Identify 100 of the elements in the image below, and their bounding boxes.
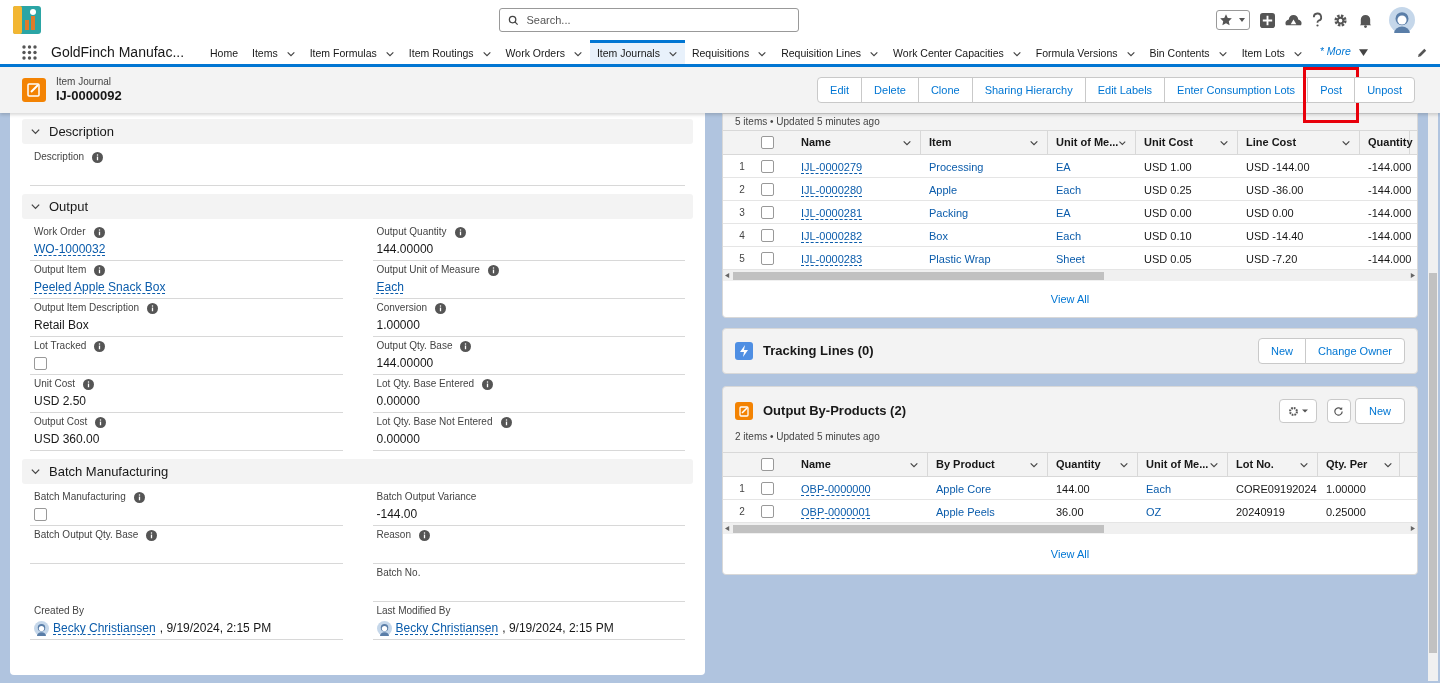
column-header[interactable]: Unit of Me... — [1048, 131, 1136, 154]
cell-link[interactable]: IJL-0000280 — [801, 184, 863, 196]
cell-link[interactable]: Sheet — [1056, 253, 1085, 265]
nav-tab[interactable]: Home — [203, 40, 245, 64]
table-row[interactable]: 4 IJL-0000282 Box Each USD 0.10 USD -14.40 -144.000 — [723, 224, 1417, 247]
nav-tab[interactable]: Requisitions — [684, 40, 775, 64]
cell-link[interactable]: Apple — [929, 184, 958, 196]
edit-icon[interactable] — [1417, 46, 1428, 58]
nav-tab[interactable]: Work Center Capacities — [886, 40, 1029, 64]
info-icon[interactable] — [147, 302, 159, 314]
cell-link[interactable]: OBP-0000000 — [801, 483, 871, 495]
table-row[interactable]: 1 OBP-0000000 Apple Core 144.00 Each CORE09192024 1.00000 — [723, 477, 1417, 500]
more-tab[interactable]: * More — [1309, 40, 1378, 64]
nav-tab[interactable]: Item Lots — [1234, 40, 1310, 64]
section-header[interactable]: Output — [22, 194, 693, 219]
action-button[interactable]: Edit Labels — [1084, 77, 1166, 104]
column-header[interactable]: Lot No. — [1228, 453, 1318, 476]
section-header[interactable]: Description — [22, 119, 693, 144]
checkbox[interactable] — [761, 504, 774, 518]
column-header[interactable]: Name — [793, 131, 921, 154]
action-button[interactable]: New — [1258, 338, 1306, 364]
action-button[interactable]: Sharing Hierarchy — [971, 77, 1086, 104]
action-button[interactable]: Unpost — [1354, 77, 1415, 104]
settings-icon[interactable] — [1333, 12, 1348, 28]
info-icon[interactable] — [95, 416, 107, 428]
action-button[interactable]: Delete — [861, 77, 919, 104]
info-icon[interactable] — [133, 491, 145, 503]
cell-link[interactable]: Apple Core — [936, 483, 992, 495]
vertical-scrollbar[interactable] — [1428, 113, 1438, 681]
checkbox[interactable] — [761, 182, 774, 196]
action-button[interactable]: Edit — [817, 77, 863, 104]
nav-tab[interactable]: Work Orders — [498, 40, 590, 64]
cell-link[interactable]: Apple Peels — [936, 506, 995, 518]
refresh-button[interactable] — [1327, 399, 1351, 423]
field-link[interactable]: Each — [376, 278, 404, 296]
checkbox[interactable] — [34, 356, 47, 370]
info-icon[interactable] — [500, 416, 512, 428]
action-button[interactable]: Change Owner — [1305, 338, 1405, 364]
info-icon[interactable] — [454, 226, 466, 238]
cell-link[interactable]: Plastic Wrap — [929, 253, 991, 265]
action-button[interactable]: Clone — [917, 77, 973, 104]
cell-link[interactable]: IJL-0000283 — [801, 253, 863, 265]
user-link[interactable]: Becky Christiansen — [395, 619, 499, 637]
checkbox[interactable] — [34, 507, 47, 521]
notifications-icon[interactable] — [1358, 12, 1373, 28]
cell-link[interactable]: Each — [1056, 230, 1082, 242]
info-icon[interactable] — [418, 529, 430, 541]
checkbox[interactable] — [761, 136, 774, 149]
checkbox[interactable] — [761, 458, 774, 471]
cell-link[interactable]: OZ — [1146, 506, 1162, 518]
action-button[interactable]: Post — [1307, 77, 1356, 104]
settings-menu-button[interactable] — [1279, 399, 1317, 423]
cell-link[interactable]: OBP-0000001 — [801, 506, 871, 518]
column-header[interactable]: By Product — [928, 453, 1048, 476]
cell-link[interactable]: Packing — [929, 207, 969, 219]
column-header[interactable]: Name — [793, 453, 928, 476]
checkbox[interactable] — [761, 251, 774, 265]
info-icon[interactable] — [83, 378, 95, 390]
info-icon[interactable] — [94, 264, 106, 276]
add-icon[interactable] — [1260, 12, 1275, 28]
column-header[interactable]: Line Cost — [1238, 131, 1360, 154]
nav-tab[interactable]: Item Journals — [589, 40, 685, 64]
info-icon[interactable] — [460, 340, 472, 352]
cell-link[interactable]: Box — [929, 230, 948, 242]
checkbox[interactable] — [761, 205, 774, 219]
horizontal-scrollbar[interactable] — [723, 270, 1417, 281]
checkbox[interactable] — [761, 159, 774, 173]
view-all-link[interactable]: View All — [1050, 290, 1090, 308]
info-icon[interactable] — [146, 529, 158, 541]
info-icon[interactable] — [94, 340, 106, 352]
column-header[interactable]: Item — [921, 131, 1048, 154]
info-icon[interactable] — [93, 226, 105, 238]
column-header[interactable]: Qty. Per — [1318, 453, 1400, 476]
column-header[interactable]: Quantity — [1048, 453, 1138, 476]
action-button[interactable]: Enter Consumption Lots — [1164, 77, 1309, 104]
scroll-left-icon[interactable] — [725, 273, 730, 278]
table-row[interactable]: 3 IJL-0000281 Packing EA USD 0.00 USD 0.00 -144.000 — [723, 201, 1417, 224]
favorites-button[interactable] — [1216, 10, 1250, 30]
table-row[interactable]: 2 IJL-0000280 Apple Each USD 0.25 USD -36.00 -144.000 — [723, 178, 1417, 201]
nav-tab[interactable]: Formula Versions — [1028, 40, 1143, 64]
nav-tab[interactable]: Items — [245, 40, 303, 64]
search-field[interactable]: Search... — [498, 8, 799, 32]
cell-link[interactable]: EA — [1056, 207, 1071, 219]
nav-tab[interactable]: Item Formulas — [302, 40, 402, 64]
app-launcher-icon[interactable] — [22, 44, 37, 60]
field-link[interactable]: Peeled Apple Snack Box — [34, 278, 166, 296]
info-icon[interactable] — [482, 378, 494, 390]
search-input[interactable]: Search... — [526, 11, 790, 29]
nav-tab[interactable]: Item Routings — [401, 40, 499, 64]
cell-link[interactable]: Each — [1056, 184, 1082, 196]
scroll-left-icon[interactable] — [725, 526, 730, 531]
nav-tab[interactable]: Requisition Lines — [774, 40, 887, 64]
checkbox[interactable] — [761, 481, 774, 495]
cell-link[interactable]: IJL-0000279 — [801, 161, 863, 173]
user-link[interactable]: Becky Christiansen — [53, 619, 156, 637]
section-header[interactable]: Batch Manufacturing — [22, 459, 693, 484]
app-logo[interactable] — [13, 6, 41, 34]
help-icon[interactable] — [1312, 12, 1323, 28]
view-all-link[interactable]: View All — [1050, 545, 1090, 563]
nav-tab[interactable]: Bin Contents — [1142, 40, 1235, 64]
